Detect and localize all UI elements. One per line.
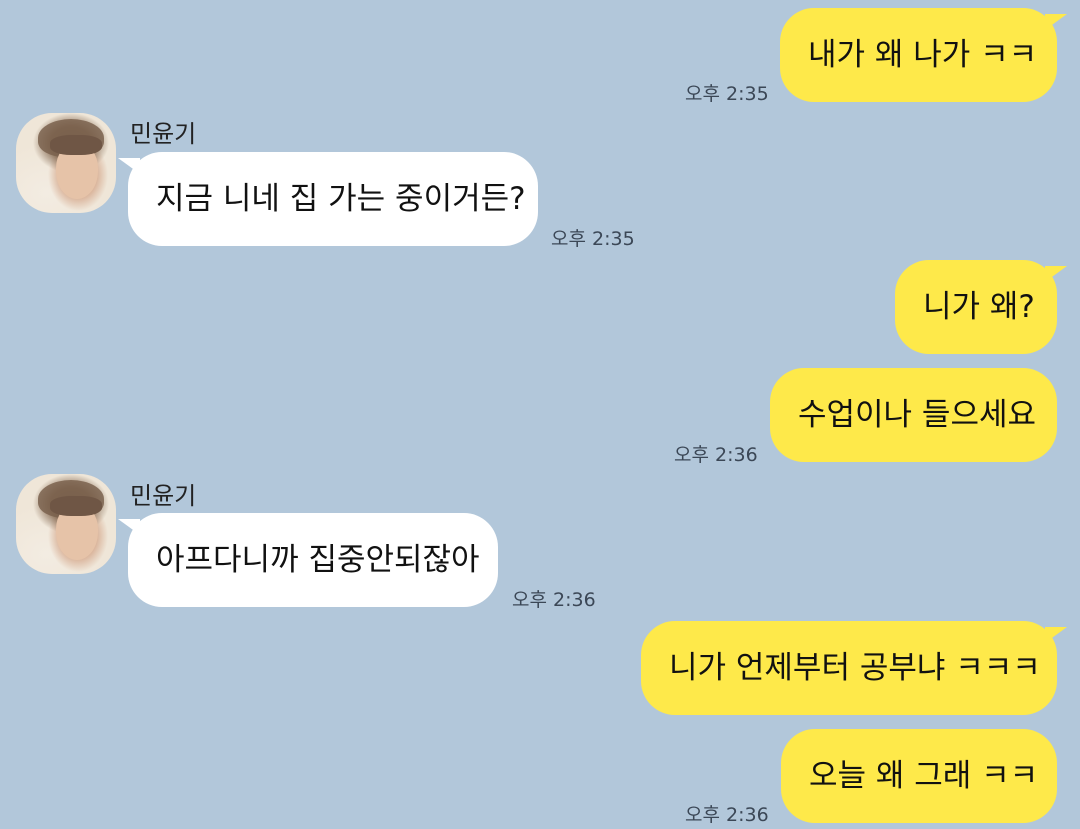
outgoing-message-bubble[interactable]: 니가 언제부터 공부냐 ㅋㅋㅋ: [641, 621, 1057, 715]
avatar-bangs: [50, 135, 102, 155]
outgoing-message-bubble[interactable]: 수업이나 들으세요: [770, 368, 1057, 462]
sender-avatar[interactable]: [16, 113, 116, 213]
message-timestamp: 오후 2:36: [674, 444, 758, 466]
bubble-tail: [1045, 14, 1067, 30]
outgoing-message-bubble[interactable]: 내가 왜 나가 ㅋㅋ: [780, 8, 1057, 102]
bubble-tail: [1045, 266, 1067, 282]
incoming-message-bubble[interactable]: 아프다니까 집중안되잖아: [128, 513, 498, 607]
message-timestamp: 오후 2:35: [685, 83, 769, 105]
chat-room: 내가 왜 나가 ㅋㅋ 오후 2:35 민윤기 지금 니네 집 가는 중이거든? …: [0, 0, 1080, 829]
incoming-message-bubble[interactable]: 지금 니네 집 가는 중이거든?: [128, 152, 538, 246]
message-timestamp: 오후 2:35: [551, 228, 635, 250]
bubble-tail: [1045, 627, 1067, 643]
avatar-bangs: [50, 496, 102, 516]
message-timestamp: 오후 2:36: [512, 589, 596, 611]
sender-name: 민윤기: [130, 120, 197, 148]
sender-name: 민윤기: [130, 482, 197, 510]
outgoing-message-bubble[interactable]: 오늘 왜 그래 ㅋㅋ: [781, 729, 1057, 823]
outgoing-message-bubble[interactable]: 니가 왜?: [895, 260, 1057, 354]
message-timestamp: 오후 2:36: [685, 804, 769, 826]
sender-avatar[interactable]: [16, 474, 116, 574]
